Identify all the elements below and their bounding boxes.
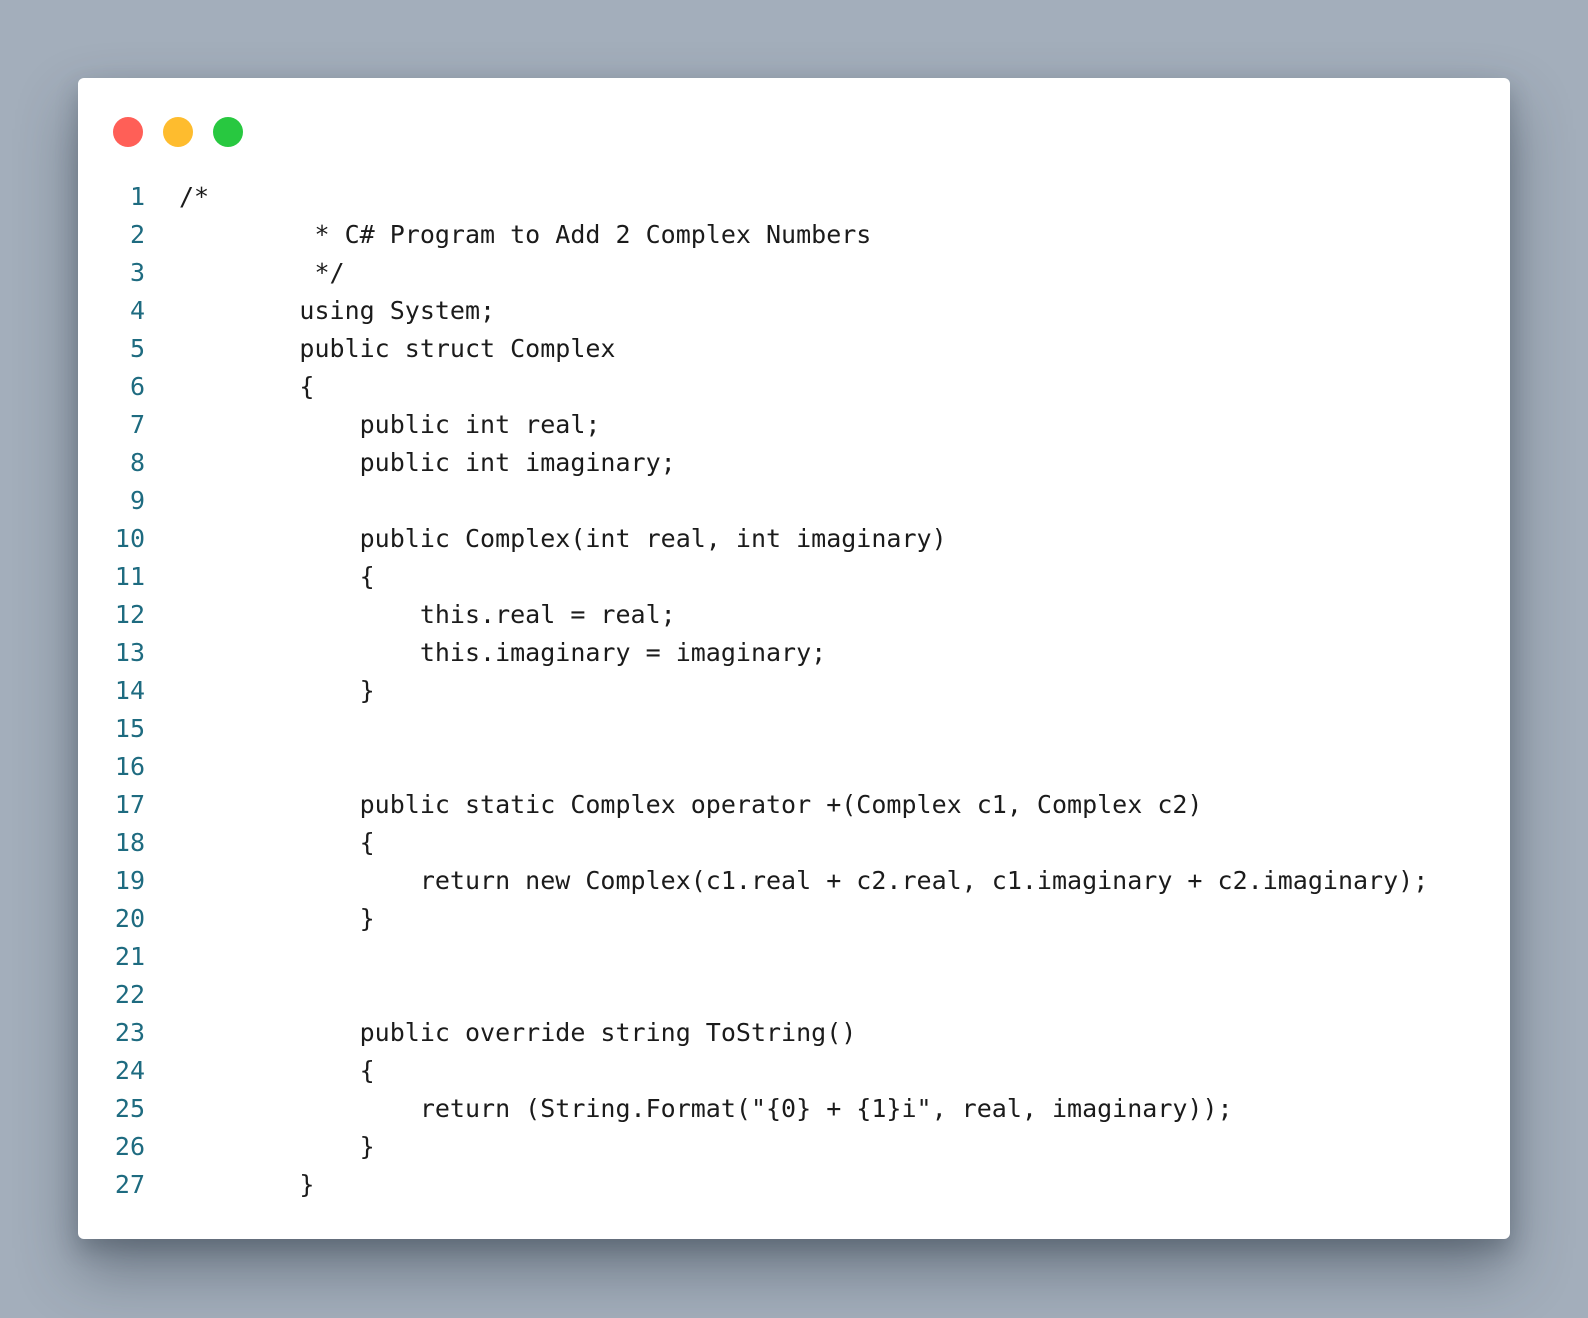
close-button[interactable] bbox=[113, 117, 143, 147]
line-number: 15 bbox=[114, 714, 145, 743]
line-number: 16 bbox=[114, 752, 145, 781]
code-text: } bbox=[179, 904, 375, 933]
code-line: 9 bbox=[78, 482, 1510, 520]
minimize-button[interactable] bbox=[163, 117, 193, 147]
code-line: 12 this.real = real; bbox=[78, 596, 1510, 634]
code-line: 3 */ bbox=[78, 254, 1510, 292]
line-number: 12 bbox=[114, 600, 145, 629]
code-text: * C# Program to Add 2 Complex Numbers bbox=[179, 220, 872, 249]
code-line: 1 /* bbox=[78, 178, 1510, 216]
line-number: 25 bbox=[114, 1094, 145, 1123]
code-block: 1 /* 2 * C# Program to Add 2 Complex Numbe… bbox=[78, 178, 1510, 1204]
code-line: 25 return (String.Format("{0} + {1}i", r… bbox=[78, 1090, 1510, 1128]
code-line: 11 { bbox=[78, 558, 1510, 596]
code-line: 24 { bbox=[78, 1052, 1510, 1090]
code-text: public static Complex operator +(Complex… bbox=[179, 790, 1203, 819]
line-number: 5 bbox=[129, 334, 145, 363]
code-line: 5 public struct Complex bbox=[78, 330, 1510, 368]
code-line: 19 return new Complex(c1.real + c2.real,… bbox=[78, 862, 1510, 900]
code-text: public Complex(int real, int imaginary) bbox=[179, 524, 947, 553]
code-text: } bbox=[179, 676, 375, 705]
code-line: 10 public Complex(int real, int imaginar… bbox=[78, 520, 1510, 558]
code-text: } bbox=[179, 1132, 375, 1161]
code-text: public struct Complex bbox=[179, 334, 616, 363]
code-line: 14 } bbox=[78, 672, 1510, 710]
line-number: 14 bbox=[114, 676, 145, 705]
code-window: 1 /* 2 * C# Program to Add 2 Complex Numbe… bbox=[78, 78, 1510, 1239]
code-text: /* bbox=[179, 182, 210, 211]
code-line: 4 using System; bbox=[78, 292, 1510, 330]
code-line: 23 public override string ToString() bbox=[78, 1014, 1510, 1052]
code-text: public int imaginary; bbox=[179, 448, 676, 477]
line-number: 27 bbox=[114, 1170, 145, 1199]
line-number: 2 bbox=[129, 220, 145, 249]
code-text: this.imaginary = imaginary; bbox=[179, 638, 827, 667]
code-text: return new Complex(c1.real + c2.real, c1… bbox=[179, 866, 1429, 895]
line-number: 19 bbox=[114, 866, 145, 895]
code-text: this.real = real; bbox=[179, 600, 676, 629]
line-number: 10 bbox=[114, 524, 145, 553]
code-line: 2 * C# Program to Add 2 Complex Numbers bbox=[78, 216, 1510, 254]
code-line: 15 bbox=[78, 710, 1510, 748]
code-text: public int real; bbox=[179, 410, 601, 439]
line-number: 18 bbox=[114, 828, 145, 857]
line-number: 24 bbox=[114, 1056, 145, 1085]
code-line: 16 bbox=[78, 748, 1510, 786]
line-number: 9 bbox=[129, 486, 145, 515]
line-number: 23 bbox=[114, 1018, 145, 1047]
code-text: public override string ToString() bbox=[179, 1018, 857, 1047]
code-line: 27 } bbox=[78, 1166, 1510, 1204]
code-line: 6 { bbox=[78, 368, 1510, 406]
code-line: 21 bbox=[78, 938, 1510, 976]
line-number: 26 bbox=[114, 1132, 145, 1161]
code-line: 22 bbox=[78, 976, 1510, 1014]
code-line: 13 this.imaginary = imaginary; bbox=[78, 634, 1510, 672]
code-line: 20 } bbox=[78, 900, 1510, 938]
line-number: 8 bbox=[129, 448, 145, 477]
line-number: 1 bbox=[129, 182, 145, 211]
line-number: 7 bbox=[129, 410, 145, 439]
code-text: { bbox=[179, 828, 375, 857]
code-line: 17 public static Complex operator +(Comp… bbox=[78, 786, 1510, 824]
code-text: { bbox=[179, 372, 315, 401]
code-text: { bbox=[179, 1056, 375, 1085]
line-number: 21 bbox=[114, 942, 145, 971]
line-number: 13 bbox=[114, 638, 145, 667]
window-controls bbox=[113, 117, 243, 147]
code-text: using System; bbox=[179, 296, 496, 325]
code-text: return (String.Format("{0} + {1}i", real… bbox=[179, 1094, 1233, 1123]
maximize-button[interactable] bbox=[213, 117, 243, 147]
code-line: 26 } bbox=[78, 1128, 1510, 1166]
line-number: 3 bbox=[129, 258, 145, 287]
line-number: 22 bbox=[114, 980, 145, 1009]
code-line: 18 { bbox=[78, 824, 1510, 862]
code-text: } bbox=[179, 1170, 315, 1199]
line-number: 20 bbox=[114, 904, 145, 933]
code-line: 7 public int real; bbox=[78, 406, 1510, 444]
line-number: 6 bbox=[129, 372, 145, 401]
code-text: { bbox=[179, 562, 375, 591]
code-line: 8 public int imaginary; bbox=[78, 444, 1510, 482]
line-number: 17 bbox=[114, 790, 145, 819]
code-text: */ bbox=[179, 258, 345, 287]
line-number: 4 bbox=[129, 296, 145, 325]
line-number: 11 bbox=[114, 562, 145, 591]
